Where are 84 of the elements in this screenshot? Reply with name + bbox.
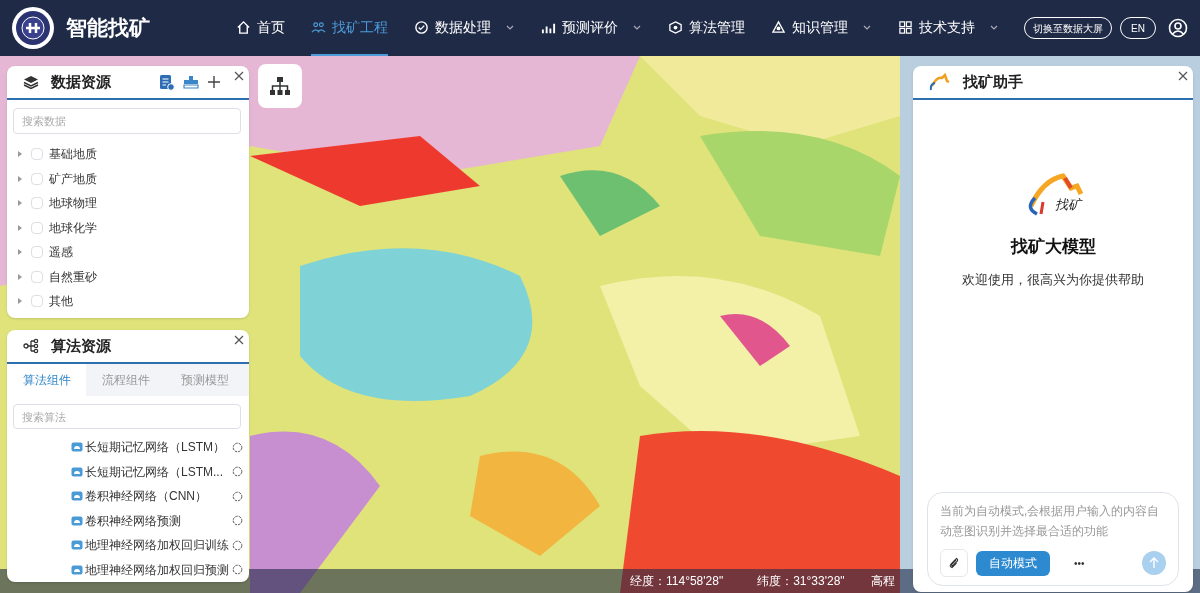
cloud-icon <box>71 442 83 453</box>
close-icon[interactable] <box>234 71 244 81</box>
loading-icon <box>232 466 243 478</box>
nav-tab[interactable]: 算法管理 <box>668 0 745 56</box>
expand-arrow-icon[interactable] <box>17 272 23 281</box>
panel-title: 数据资源 <box>51 71 111 92</box>
expand-arrow-icon[interactable] <box>17 248 23 257</box>
close-icon[interactable] <box>1178 71 1188 81</box>
model-title: 找矿大模型 <box>1010 236 1096 258</box>
checkbox[interactable] <box>31 197 43 210</box>
send-button[interactable] <box>1142 551 1166 575</box>
panel-title: 找矿助手 <box>963 71 1023 92</box>
tree-item-label[interactable]: 其他 <box>49 292 73 311</box>
app-title: 智能找矿 <box>66 15 150 42</box>
loading-icon <box>232 539 243 551</box>
panel-title: 算法资源 <box>51 335 111 356</box>
expand-arrow-icon[interactable] <box>17 199 23 208</box>
welcome-text: 欢迎使用，很高兴为你提供帮助 <box>962 270 1144 289</box>
logo-icon <box>12 7 54 49</box>
search-field[interactable]: 搜索算法 <box>13 404 241 429</box>
attach-button[interactable] <box>940 549 968 577</box>
longitude-text: 经度：114°58'28" <box>630 573 724 590</box>
hexagon-icon <box>668 19 683 35</box>
paperclip-icon <box>948 557 960 569</box>
algorithm-item[interactable]: 地理神经网络加权回归预测 <box>85 560 229 579</box>
more-button[interactable]: ••• <box>1074 555 1085 571</box>
loading-icon <box>232 515 243 527</box>
home-icon <box>236 19 251 35</box>
tab[interactable]: 算法组件 <box>7 364 86 396</box>
cloud-icon <box>71 491 83 502</box>
mode-button[interactable]: 自动模式 <box>976 550 1050 576</box>
loading-icon <box>232 441 243 453</box>
algorithm-item[interactable]: 长短期记忆网络（LSTM... <box>85 462 223 481</box>
chat-input-box[interactable]: 当前为自动模式,会根据用户输入的内容自动意图识别并选择最合适的功能 自动模式 ••• <box>927 492 1179 586</box>
hierarchy-icon <box>269 76 291 96</box>
expand-arrow-icon[interactable] <box>17 150 23 159</box>
elevation-text: 高程 <box>870 573 895 590</box>
add-icon[interactable] <box>207 75 221 89</box>
checkbox[interactable] <box>31 172 43 185</box>
people-icon <box>311 19 326 35</box>
algorithm-item[interactable]: 卷积神经网络（CNN） <box>85 487 207 506</box>
search-field[interactable]: 搜索数据 <box>13 108 241 134</box>
expand-arrow-icon[interactable] <box>17 297 23 306</box>
nav-tab[interactable]: 预测评价 <box>541 0 642 56</box>
brush-icon[interactable] <box>183 75 199 89</box>
tree-item-label[interactable]: 自然重砂 <box>49 267 97 286</box>
document-icon[interactable] <box>159 73 175 91</box>
logo: 找矿 <box>1025 172 1081 216</box>
nav-tab[interactable]: 技术支持 <box>898 0 999 56</box>
loading-icon <box>232 490 243 502</box>
checkbox[interactable] <box>31 221 43 234</box>
nav-tab[interactable]: 数据处理 <box>414 0 515 56</box>
hierarchy-button[interactable] <box>258 64 302 108</box>
cloud-icon <box>71 564 83 575</box>
checkbox[interactable] <box>31 295 43 308</box>
cloud-icon <box>71 515 83 526</box>
arrow-up-icon <box>1149 557 1159 569</box>
logo-icon <box>929 72 951 92</box>
checkbox[interactable] <box>31 246 43 259</box>
cloud-icon <box>71 466 83 477</box>
checkbox[interactable] <box>31 148 43 161</box>
tree-item-label[interactable]: 地球化学 <box>49 218 97 237</box>
tree-item-label[interactable]: 基础地质 <box>49 145 97 164</box>
tree-item-label[interactable]: 地球物理 <box>49 194 97 213</box>
layers-icon <box>23 74 39 90</box>
tree-item-label[interactable]: 矿产地质 <box>49 169 97 188</box>
node-tree-icon <box>23 338 39 354</box>
close-icon[interactable] <box>234 335 244 345</box>
checkbox[interactable] <box>31 270 43 283</box>
cloud-icon <box>71 540 83 551</box>
algorithm-item[interactable]: 卷积神经网络预测 <box>85 511 181 530</box>
user-icon[interactable] <box>1168 18 1188 38</box>
expand-arrow-icon[interactable] <box>17 174 23 183</box>
tree-item-label[interactable]: 遥感 <box>49 243 73 262</box>
grid-icon <box>898 19 913 35</box>
loading-icon <box>232 564 243 576</box>
nav-tab[interactable]: 知识管理 <box>771 0 872 56</box>
expand-arrow-icon[interactable] <box>17 223 23 232</box>
nav-tab[interactable]: 首页 <box>236 0 285 56</box>
triangle-icon <box>771 19 786 35</box>
algorithm-item[interactable]: 长短期记忆网络（LSTM） <box>85 438 225 457</box>
algorithm-item[interactable]: 地理神经网络加权回归训练 <box>85 536 229 555</box>
check-circle-icon <box>414 19 429 35</box>
latitude-text: 纬度：31°33'28" <box>757 573 845 590</box>
